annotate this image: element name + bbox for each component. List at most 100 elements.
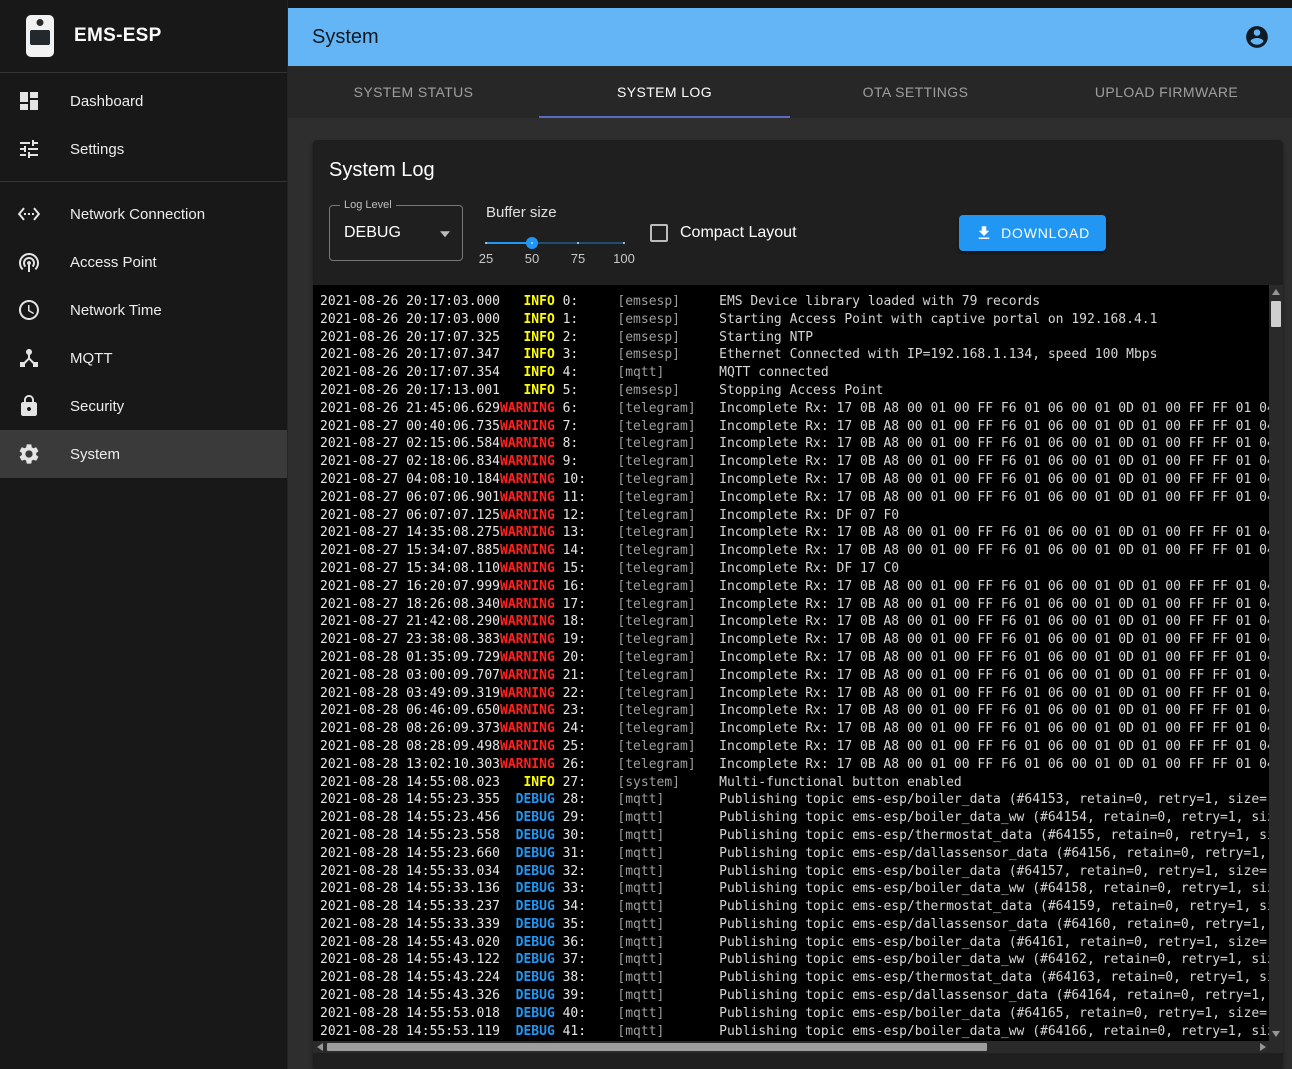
sidebar-item-system[interactable]: System (0, 430, 287, 478)
log-line: 2021-08-28 08:26:09.373WARNING24:[telegr… (320, 720, 1269, 738)
sidebar-item-dashboard[interactable]: Dashboard (0, 77, 287, 125)
scroll-up-arrow-icon[interactable] (1269, 285, 1283, 299)
page-title: System (312, 26, 379, 49)
log-line: 2021-08-28 14:55:43.326DEBUG39:[mqtt]Pub… (320, 987, 1269, 1005)
log-line: 2021-08-28 14:55:53.119DEBUG41:[mqtt]Pub… (320, 1023, 1269, 1041)
log-line: 2021-08-28 14:55:33.136DEBUG33:[mqtt]Pub… (320, 880, 1269, 898)
log-line: 2021-08-27 14:35:08.275WARNING13:[telegr… (320, 524, 1269, 542)
checkbox-unchecked-icon[interactable] (650, 224, 668, 242)
log-line: 2021-08-27 23:38:08.383WARNING19:[telegr… (320, 631, 1269, 649)
scroll-down-arrow-icon[interactable] (1269, 1027, 1283, 1041)
tune-icon (17, 137, 41, 161)
sidebar-item-network-connection[interactable]: Network Connection (0, 190, 287, 238)
log-line: 2021-08-28 14:55:33.237DEBUG34:[mqtt]Pub… (320, 898, 1269, 916)
sidebar-item-network-time[interactable]: Network Time (0, 286, 287, 334)
sidebar-item-label: Network Connection (70, 206, 205, 223)
slider-marks: 255075100 (486, 251, 624, 267)
log-level-value: DEBUG (344, 224, 401, 242)
log-console: 2021-08-26 20:17:03.000INFO0:[emsesp]EMS… (313, 285, 1283, 1053)
card-title: System Log (329, 156, 1267, 184)
content: System Log Log Level DEBUG Buffer size (288, 118, 1292, 1069)
tab-bar: SYSTEM STATUSSYSTEM LOGOTA SETTINGSUPLOA… (288, 66, 1292, 118)
log-line: 2021-08-27 04:08:10.184WARNING10:[telegr… (320, 471, 1269, 489)
slider-mark-label: 100 (613, 251, 635, 266)
log-line: 2021-08-26 21:45:06.629WARNING6:[telegra… (320, 400, 1269, 418)
network-ethernet-icon (17, 202, 41, 226)
download-button-label: DOWNLOAD (1001, 225, 1090, 241)
log-line: 2021-08-26 20:17:07.354INFO4:[mqtt]MQTT … (320, 364, 1269, 382)
sidebar-item-mqtt[interactable]: MQTT (0, 334, 287, 382)
gear-icon (17, 442, 41, 466)
device-hub-icon (17, 346, 41, 370)
tab-ota-settings[interactable]: OTA SETTINGS (790, 66, 1041, 118)
log-line: 2021-08-28 14:55:33.339DEBUG35:[mqtt]Pub… (320, 916, 1269, 934)
scrollbar-corner (1269, 1041, 1283, 1053)
log-line: 2021-08-26 20:17:07.347INFO3:[emsesp]Eth… (320, 346, 1269, 364)
compact-layout-checkbox[interactable]: Compact Layout (650, 224, 797, 242)
sidebar-item-label: System (70, 446, 120, 463)
log-line: 2021-08-28 14:55:43.122DEBUG37:[mqtt]Pub… (320, 951, 1269, 969)
app-name: EMS-ESP (74, 25, 162, 47)
sidebar-item-label: Security (70, 398, 124, 415)
log-line: 2021-08-27 15:34:07.885WARNING14:[telegr… (320, 542, 1269, 560)
main-area: System SYSTEM STATUSSYSTEM LOGOTA SETTIN… (288, 0, 1292, 1069)
log-line: 2021-08-28 06:46:09.650WARNING23:[telegr… (320, 702, 1269, 720)
sidebar-header: EMS-ESP (0, 0, 287, 73)
tab-upload-firmware[interactable]: UPLOAD FIRMWARE (1041, 66, 1292, 118)
log-line: 2021-08-28 14:55:33.034DEBUG32:[mqtt]Pub… (320, 863, 1269, 881)
log-line: 2021-08-26 20:17:03.000INFO1:[emsesp]Sta… (320, 311, 1269, 329)
log-line: 2021-08-28 08:28:09.498WARNING25:[telegr… (320, 738, 1269, 756)
log-line: 2021-08-26 20:17:13.001INFO5:[emsesp]Sto… (320, 382, 1269, 400)
log-level-label: Log Level (340, 199, 396, 211)
scroll-right-arrow-icon[interactable] (1256, 1041, 1269, 1053)
slider-mark-label: 50 (525, 251, 539, 266)
log-line: 2021-08-28 01:35:09.729WARNING20:[telegr… (320, 649, 1269, 667)
tab-system-status[interactable]: SYSTEM STATUS (288, 66, 539, 118)
tab-system-log[interactable]: SYSTEM LOG (539, 66, 790, 118)
sidebar-divider (0, 181, 287, 182)
log-line: 2021-08-27 21:42:08.290WARNING18:[telegr… (320, 613, 1269, 631)
sidebar-item-label: MQTT (70, 350, 113, 367)
sidebar-menu: Dashboard Settings Network Connection Acces… (0, 73, 287, 478)
log-line: 2021-08-28 14:55:43.020DEBUG36:[mqtt]Pub… (320, 934, 1269, 952)
access-point-icon (17, 250, 41, 274)
log-line: 2021-08-28 14:55:08.023INFO27:[system]Mu… (320, 774, 1269, 792)
account-circle-icon[interactable] (1244, 24, 1270, 50)
sidebar-item-label: Network Time (70, 302, 162, 319)
buffer-size-label: Buffer size (486, 204, 624, 221)
slider-mark-label: 75 (571, 251, 585, 266)
log-line: 2021-08-28 14:55:23.558DEBUG30:[mqtt]Pub… (320, 827, 1269, 845)
horizontal-scrollbar-thumb[interactable] (327, 1043, 987, 1051)
log-line: 2021-08-27 02:18:06.834WARNING9:[telegra… (320, 453, 1269, 471)
buffer-size-group: Buffer size 255075100 (486, 204, 624, 251)
buffer-size-slider[interactable]: 255075100 (486, 235, 624, 251)
sidebar-item-access-point[interactable]: Access Point (0, 238, 287, 286)
log-line: 2021-08-27 16:20:07.999WARNING16:[telegr… (320, 578, 1269, 596)
ems-esp-logo-icon (26, 15, 54, 57)
sidebar-item-label: Dashboard (70, 93, 143, 110)
sidebar-item-security[interactable]: Security (0, 382, 287, 430)
sidebar-item-settings[interactable]: Settings (0, 125, 287, 173)
vertical-scrollbar[interactable] (1269, 285, 1283, 1041)
sidebar-item-label: Settings (70, 141, 124, 158)
vertical-scrollbar-thumb[interactable] (1271, 301, 1281, 327)
download-icon (975, 224, 993, 242)
log-line: 2021-08-26 20:17:03.000INFO0:[emsesp]EMS… (320, 293, 1269, 311)
log-line: 2021-08-28 03:49:09.319WARNING22:[telegr… (320, 685, 1269, 703)
log-line: 2021-08-28 14:55:23.456DEBUG29:[mqtt]Pub… (320, 809, 1269, 827)
scroll-left-arrow-icon[interactable] (313, 1041, 326, 1053)
log-line: 2021-08-27 18:26:08.340WARNING17:[telegr… (320, 596, 1269, 614)
log-line: 2021-08-28 13:02:10.303WARNING26:[telegr… (320, 756, 1269, 774)
log-line: 2021-08-28 14:55:23.660DEBUG31:[mqtt]Pub… (320, 845, 1269, 863)
log-line: 2021-08-27 06:07:07.125WARNING12:[telegr… (320, 507, 1269, 525)
log-line: 2021-08-27 15:34:08.110WARNING15:[telegr… (320, 560, 1269, 578)
app-root: EMS-ESP Dashboard Settings Network Connect… (0, 0, 1292, 1069)
controls-row: Log Level DEBUG Buffer size 255075100 (329, 204, 1267, 261)
system-log-card: System Log Log Level DEBUG Buffer size (313, 140, 1283, 1069)
sidebar: EMS-ESP Dashboard Settings Network Connect… (0, 0, 288, 1069)
log-level-select[interactable]: Log Level DEBUG (329, 205, 463, 261)
clock-icon (17, 298, 41, 322)
download-button[interactable]: DOWNLOAD (959, 215, 1106, 251)
horizontal-scrollbar[interactable] (313, 1041, 1269, 1053)
slider-mark-label: 25 (479, 251, 493, 266)
